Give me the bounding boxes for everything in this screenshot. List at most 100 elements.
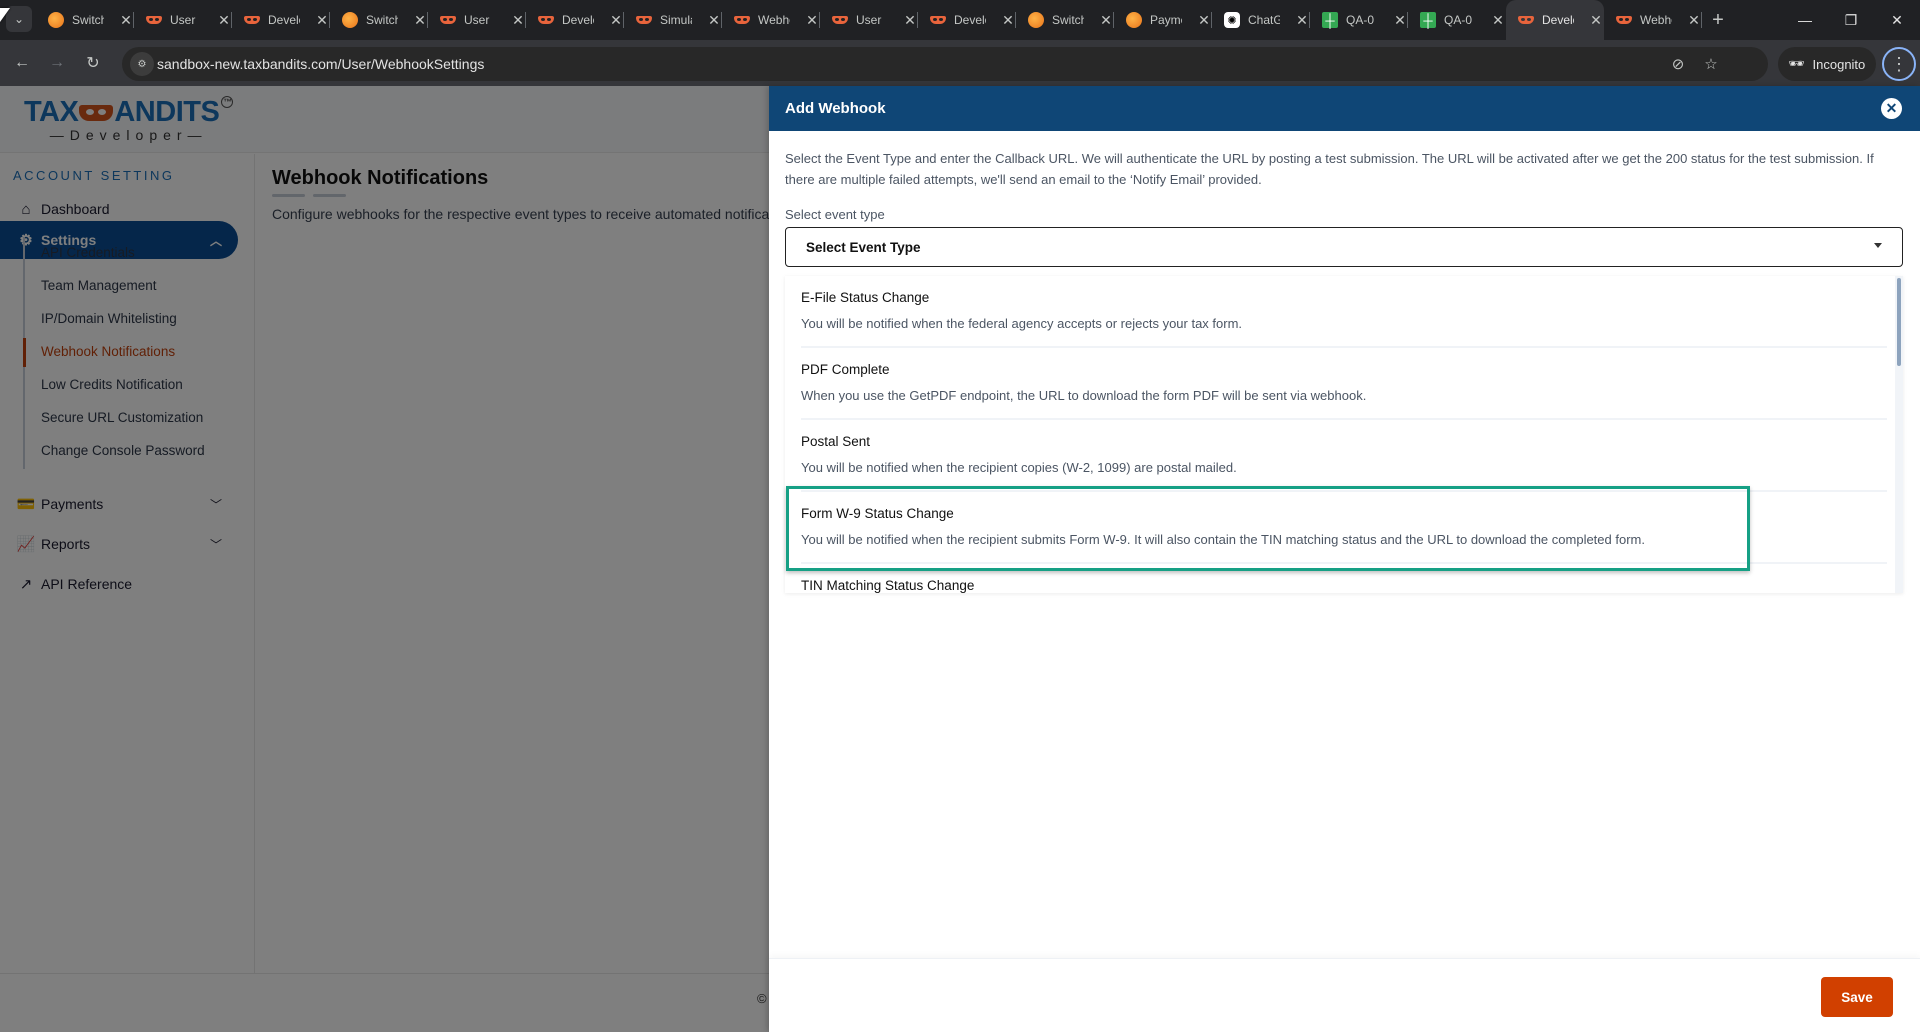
restore-button[interactable]: ❐ xyxy=(1828,0,1874,40)
browser-tab[interactable]: Switch ✕ xyxy=(330,0,428,40)
new-tab-button[interactable]: + xyxy=(1706,8,1730,32)
arrow-left-icon: ← xyxy=(14,54,30,71)
tab-close-icon[interactable]: ✕ xyxy=(902,12,918,28)
tab-close-icon[interactable]: ✕ xyxy=(1294,12,1310,28)
tab-title: QA-0 xyxy=(1444,13,1473,27)
tab-close-icon[interactable]: ✕ xyxy=(1588,12,1604,28)
google-sheets-icon: ┼ xyxy=(1322,12,1338,28)
tab-title: Developer xyxy=(1542,13,1574,27)
minimize-icon: — xyxy=(1798,12,1812,28)
browser-tab-strip: ⌄ Switch✕User✕Developer✕Switch✕User✕Deve… xyxy=(0,0,1920,40)
url-text[interactable]: sandbox-new.taxbandits.com/User/WebhookS… xyxy=(157,56,484,72)
incognito-indicator[interactable]: 🕶 Incognito xyxy=(1778,47,1876,81)
browser-tab[interactable]: Switch ✕ xyxy=(36,0,134,40)
tab-title: Developer xyxy=(268,13,300,27)
tab-close-icon[interactable]: ✕ xyxy=(118,12,134,28)
option-description: You will be notified when the federal ag… xyxy=(801,316,1243,331)
browser-tab[interactable]: Developer ✕ xyxy=(526,0,624,40)
google-sheets-icon: ┼ xyxy=(1420,12,1436,28)
close-icon: ✕ xyxy=(1885,100,1898,116)
event-type-option[interactable]: PDF Complete When you use the GetPDF endp… xyxy=(801,348,1887,420)
tab-title: ChatGPT xyxy=(1248,13,1280,27)
caret-down-icon xyxy=(1874,243,1882,248)
close-modal-button[interactable]: ✕ xyxy=(1881,98,1902,119)
event-type-option[interactable]: TIN Matching Status Change xyxy=(801,564,1887,593)
restore-icon: ❐ xyxy=(1844,11,1858,28)
tab-title: Developer xyxy=(954,13,986,27)
taxbandits-mask-icon xyxy=(1518,12,1534,28)
orange-bandit-icon xyxy=(1028,12,1044,28)
modal-backdrop[interactable] xyxy=(0,86,769,1032)
star-icon[interactable]: ☆ xyxy=(1701,54,1721,74)
browser-tab[interactable]: User ✕ xyxy=(428,0,526,40)
browser-tab[interactable]: ✺ ChatGPT ✕ xyxy=(1212,0,1310,40)
tab-close-icon[interactable]: ✕ xyxy=(1098,12,1114,28)
tab-close-icon[interactable]: ✕ xyxy=(1000,12,1016,28)
eye-off-icon[interactable]: ⊘ xyxy=(1668,54,1688,74)
event-type-select-value: Select Event Type xyxy=(806,239,921,255)
tab-close-icon[interactable]: ✕ xyxy=(510,12,526,28)
browser-tab[interactable]: Switch ✕ xyxy=(1016,0,1114,40)
taxbandits-mask-icon xyxy=(636,12,652,28)
tab-close-icon[interactable]: ✕ xyxy=(1686,12,1702,28)
event-type-option[interactable]: E-File Status Change You will be notified… xyxy=(801,276,1887,348)
modal-title: Add Webhook xyxy=(785,100,886,117)
tab-title: Switch xyxy=(72,13,104,27)
tab-title: User xyxy=(464,13,490,27)
browser-tab[interactable]: User ✕ xyxy=(134,0,232,40)
browser-tab[interactable]: Simulate ✕ xyxy=(624,0,722,40)
option-title: E-File Status Change xyxy=(801,290,930,305)
incognito-icon: 🕶 xyxy=(1788,56,1805,71)
tab-separator xyxy=(1701,12,1702,28)
event-type-label: Select event type xyxy=(785,207,885,222)
address-bar[interactable]: ⚙ sandbox-new.taxbandits.com/User/Webhoo… xyxy=(122,47,1768,81)
browser-tab[interactable]: User ✕ xyxy=(820,0,918,40)
browser-tab[interactable]: ┼ QA-0 ✕ xyxy=(1408,0,1506,40)
tab-title: Payment xyxy=(1150,13,1182,27)
tab-close-icon[interactable]: ✕ xyxy=(608,12,624,28)
browser-tab[interactable]: ┼ QA-0 ✕ xyxy=(1310,0,1408,40)
chevron-down-icon: ⌄ xyxy=(13,12,25,26)
event-type-dropdown-list: TIN Matching Status Change Form W-9 Statu… xyxy=(785,276,1903,593)
event-type-select[interactable]: Select Event Type xyxy=(785,227,1903,267)
browser-toolbar: ← → ↻ ⚙ sandbox-new.taxbandits.com/User/… xyxy=(0,40,1920,86)
orange-bandit-icon xyxy=(48,12,64,28)
browser-tab[interactable]: Developer ✕ xyxy=(1506,0,1604,40)
event-type-option[interactable]: Form W-9 Status Change You will be notifi… xyxy=(801,492,1887,564)
tab-close-icon[interactable]: ✕ xyxy=(804,12,820,28)
tab-list: Switch✕User✕Developer✕Switch✕User✕Develo… xyxy=(36,0,1702,40)
tab-close-icon[interactable]: ✕ xyxy=(412,12,428,28)
browser-tab[interactable]: Developer ✕ xyxy=(232,0,330,40)
browser-tab[interactable]: Webhook ✕ xyxy=(722,0,820,40)
add-webhook-panel: Add Webhook ✕ Select the Event Type and … xyxy=(769,86,1920,1032)
tab-close-icon[interactable]: ✕ xyxy=(314,12,330,28)
taxbandits-mask-icon xyxy=(1616,12,1632,28)
taxbandits-mask-icon xyxy=(832,12,848,28)
tab-close-icon[interactable]: ✕ xyxy=(1392,12,1408,28)
site-info-button[interactable]: ⚙ xyxy=(130,52,154,76)
more-vert-icon: ⋮ xyxy=(1890,53,1908,74)
forward-button[interactable]: → xyxy=(44,50,70,76)
orange-bandit-icon xyxy=(1126,12,1142,28)
option-title: PDF Complete xyxy=(801,362,890,377)
option-title: Postal Sent xyxy=(801,434,871,449)
browser-tab[interactable]: Payment ✕ xyxy=(1114,0,1212,40)
reload-button[interactable]: ↻ xyxy=(80,50,106,76)
save-button[interactable]: Save xyxy=(1821,977,1893,1017)
browser-tab[interactable]: Developer ✕ xyxy=(918,0,1016,40)
tab-title: Switch xyxy=(1052,13,1084,27)
plus-icon: + xyxy=(1712,8,1724,31)
back-button[interactable]: ← xyxy=(9,50,35,76)
browser-tab[interactable]: Webhook ✕ xyxy=(1604,0,1702,40)
minimize-button[interactable]: — xyxy=(1782,0,1828,40)
tune-icon: ⚙ xyxy=(137,58,147,70)
option-description: When you use the GetPDF endpoint, the UR… xyxy=(801,388,1367,403)
event-type-option[interactable]: Postal Sent You will be notified when the… xyxy=(801,420,1887,492)
tab-close-icon[interactable]: ✕ xyxy=(1196,12,1212,28)
browser-menu-button[interactable]: ⋮ xyxy=(1882,47,1916,81)
close-window-button[interactable]: ✕ xyxy=(1874,0,1920,40)
tab-close-icon[interactable]: ✕ xyxy=(1490,12,1506,28)
tab-close-icon[interactable]: ✕ xyxy=(706,12,722,28)
dropdown-scrollbar-thumb[interactable] xyxy=(1897,278,1901,366)
tab-close-icon[interactable]: ✕ xyxy=(216,12,232,28)
